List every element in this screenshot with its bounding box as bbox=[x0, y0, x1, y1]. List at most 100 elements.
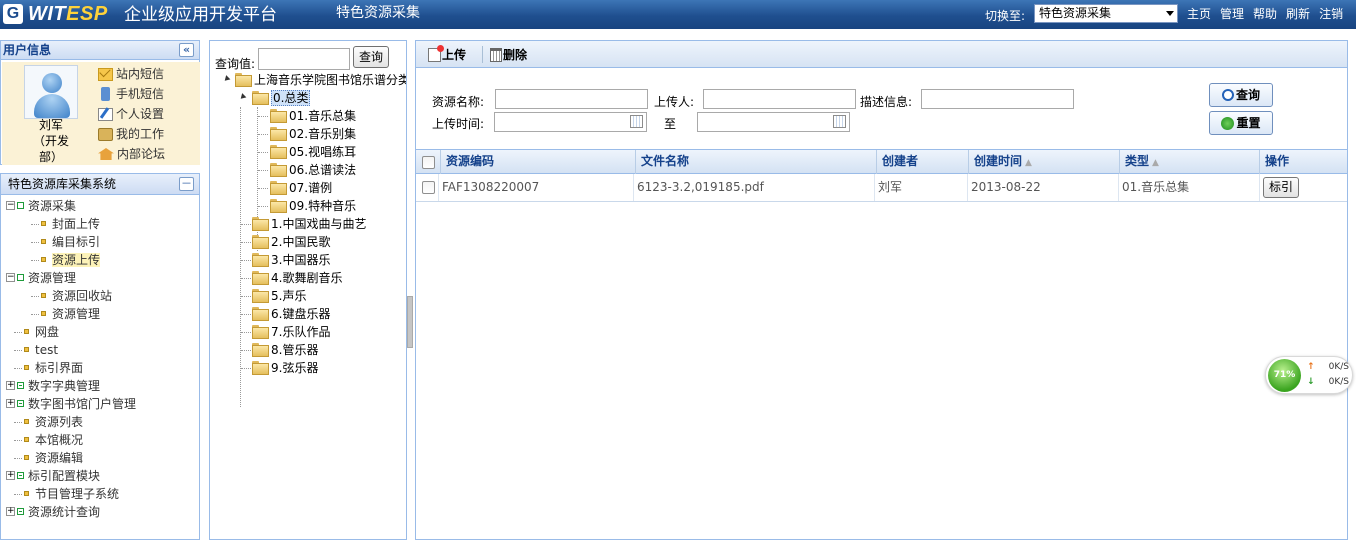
sidebar-item[interactable]: + 标引配置模块 bbox=[1, 467, 136, 485]
tree-node[interactable]: 5.声乐 bbox=[252, 287, 306, 305]
tree-connector bbox=[14, 458, 22, 459]
system-switch-select[interactable]: 特色资源采集 bbox=[1034, 4, 1178, 23]
sidebar-item[interactable]: − 资源管理 bbox=[1, 269, 136, 287]
nav-refresh-link[interactable]: 刷新 bbox=[1286, 5, 1310, 22]
collapse-toggle-icon[interactable]: − bbox=[6, 201, 15, 210]
index-button[interactable]: 标引 bbox=[1263, 177, 1299, 198]
sidebar-item[interactable]: 网盘 bbox=[1, 323, 136, 341]
sidebar-item[interactable]: + 数字图书馆门户管理 bbox=[1, 395, 136, 413]
sidebar-item[interactable]: 本馆概况 bbox=[1, 431, 136, 449]
item-icon bbox=[24, 455, 29, 460]
item-icon bbox=[24, 347, 29, 352]
expand-triangle-icon[interactable] bbox=[238, 93, 247, 101]
expand-triangle-icon[interactable] bbox=[222, 75, 231, 83]
tree-query-input[interactable] bbox=[258, 48, 350, 70]
tree-node[interactable]: 1.中国戏曲与曲艺 bbox=[252, 215, 366, 233]
phone-icon bbox=[101, 87, 110, 101]
sidebar-item[interactable]: + 资源统计查询 bbox=[1, 503, 136, 521]
expand-toggle-icon[interactable]: + bbox=[6, 507, 15, 516]
col-creator[interactable]: 创建者 bbox=[876, 150, 968, 174]
module-title: 特色资源采集 bbox=[336, 5, 420, 21]
tree-node[interactable]: 9.弦乐器 bbox=[252, 359, 318, 377]
item-icon bbox=[41, 239, 46, 244]
tree-node[interactable]: 8.管乐器 bbox=[252, 341, 318, 359]
delete-button[interactable]: 删除 bbox=[490, 47, 527, 63]
tree-node[interactable]: 2.中国民歌 bbox=[252, 233, 330, 251]
sidebar-item-label: 资源采集 bbox=[28, 199, 77, 213]
search-button[interactable]: 查询 bbox=[1209, 83, 1273, 107]
sidebar-item-label: 资源上传 bbox=[52, 253, 101, 267]
arrow-up-icon: ↑ bbox=[1307, 362, 1315, 372]
sidebar-item[interactable]: − 资源采集 bbox=[1, 197, 136, 215]
col-created-time[interactable]: 创建时间 ▲ bbox=[968, 150, 1119, 174]
tree-query-button[interactable]: 查询 bbox=[353, 46, 389, 68]
tree-node-label: 05.视唱练耳 bbox=[289, 145, 357, 159]
resource-panel: 上传 删除 资源名称: 上传人: 描述信息: 上传时间: 至 查询 重置 资源编… bbox=[415, 40, 1348, 540]
tree-node[interactable]: 6.键盘乐器 bbox=[252, 305, 330, 323]
sidebar-item[interactable]: 资源回收站 bbox=[1, 287, 136, 305]
nav-manage-link[interactable]: 管理 bbox=[1220, 5, 1244, 22]
row-checkbox[interactable] bbox=[422, 181, 435, 194]
sidebar-item[interactable]: 封面上传 bbox=[1, 215, 136, 233]
menu-inbox-message[interactable]: 站内短信 bbox=[98, 64, 165, 84]
sidebar-item[interactable]: test bbox=[1, 341, 136, 359]
col-type[interactable]: 类型 ▲ bbox=[1119, 150, 1259, 174]
folder-icon bbox=[252, 343, 269, 357]
tree-node[interactable]: 05.视唱练耳 bbox=[270, 143, 356, 161]
network-speed-widget[interactable]: 71% ↑ 0K/S ↓ 0K/S bbox=[1265, 356, 1353, 394]
menu-personal-settings[interactable]: 个人设置 bbox=[98, 104, 165, 124]
tree-node[interactable]: 4.歌舞剧音乐 bbox=[252, 269, 342, 287]
collapse-toggle-icon[interactable]: − bbox=[6, 273, 15, 282]
nav-logout-link[interactable]: 注销 bbox=[1319, 5, 1343, 22]
tree-node[interactable]: 09.特种音乐 bbox=[270, 197, 356, 215]
description-input[interactable] bbox=[921, 89, 1074, 109]
sidebar-item[interactable]: + 数字字典管理 bbox=[1, 377, 136, 395]
upload-time-from-input[interactable] bbox=[494, 112, 647, 132]
expand-toggle-icon[interactable]: + bbox=[6, 381, 15, 390]
nav-help-link[interactable]: 帮助 bbox=[1253, 5, 1277, 22]
menu-forum[interactable]: 内部论坛 bbox=[98, 144, 165, 164]
sidebar-item[interactable]: 资源上传 bbox=[1, 251, 136, 269]
folder-icon bbox=[270, 199, 287, 213]
tree-node[interactable]: 06.总谱读法 bbox=[270, 161, 356, 179]
collapse-left-button[interactable]: « bbox=[179, 43, 194, 57]
tree-node[interactable]: 3.中国器乐 bbox=[252, 251, 330, 269]
panel-splitter[interactable] bbox=[407, 296, 413, 348]
tree-node[interactable]: 01.音乐总集 bbox=[270, 107, 356, 125]
tree-node-selected[interactable]: 0.总类 bbox=[252, 89, 311, 107]
menu-my-work[interactable]: 我的工作 bbox=[98, 124, 165, 144]
calendar-icon[interactable] bbox=[833, 115, 846, 128]
usage-percent: 71% bbox=[1268, 359, 1301, 392]
table-row[interactable]: FAF1308220007 6123-3.2,019185.pdf 刘军 201… bbox=[416, 174, 1347, 202]
menu-sms[interactable]: 手机短信 bbox=[98, 84, 165, 104]
resource-name-input[interactable] bbox=[495, 89, 648, 109]
reset-button-label: 重置 bbox=[1236, 116, 1261, 130]
uploader-input[interactable] bbox=[703, 89, 856, 109]
reset-button[interactable]: 重置 bbox=[1209, 111, 1273, 135]
collapse-nav-button[interactable]: － bbox=[179, 177, 194, 191]
sidebar-item[interactable]: 资源编辑 bbox=[1, 449, 136, 467]
folder-icon bbox=[270, 109, 287, 123]
tree-node-label: 0.总类 bbox=[271, 90, 311, 106]
folder-icon bbox=[252, 217, 269, 231]
tree-node[interactable]: 07.谱例 bbox=[270, 179, 332, 197]
tree-root-node[interactable]: 上海音乐学院图书馆乐谱分类 bbox=[235, 71, 406, 89]
upload-button[interactable]: 上传 bbox=[428, 45, 466, 63]
tree-node[interactable]: 7.乐队作品 bbox=[252, 323, 330, 341]
sidebar-item[interactable]: 资源列表 bbox=[1, 413, 136, 431]
sidebar-item[interactable]: 资源管理 bbox=[1, 305, 136, 323]
col-resource-code[interactable]: 资源编码 bbox=[440, 150, 635, 174]
select-all-checkbox[interactable] bbox=[422, 156, 435, 169]
menu-label: 我的工作 bbox=[116, 127, 165, 141]
tree-node[interactable]: 02.音乐别集 bbox=[270, 125, 356, 143]
expand-toggle-icon[interactable]: + bbox=[6, 471, 15, 480]
upload-time-to-input[interactable] bbox=[697, 112, 850, 132]
expand-toggle-icon[interactable]: + bbox=[6, 399, 15, 408]
nav-home-link[interactable]: 主页 bbox=[1187, 5, 1211, 22]
sidebar-item[interactable]: 标引界面 bbox=[1, 359, 136, 377]
sidebar-item[interactable]: 节目管理子系统 bbox=[1, 485, 136, 503]
item-icon bbox=[24, 491, 29, 496]
col-file-name[interactable]: 文件名称 bbox=[635, 150, 876, 174]
calendar-icon[interactable] bbox=[630, 115, 643, 128]
sidebar-item[interactable]: 编目标引 bbox=[1, 233, 136, 251]
